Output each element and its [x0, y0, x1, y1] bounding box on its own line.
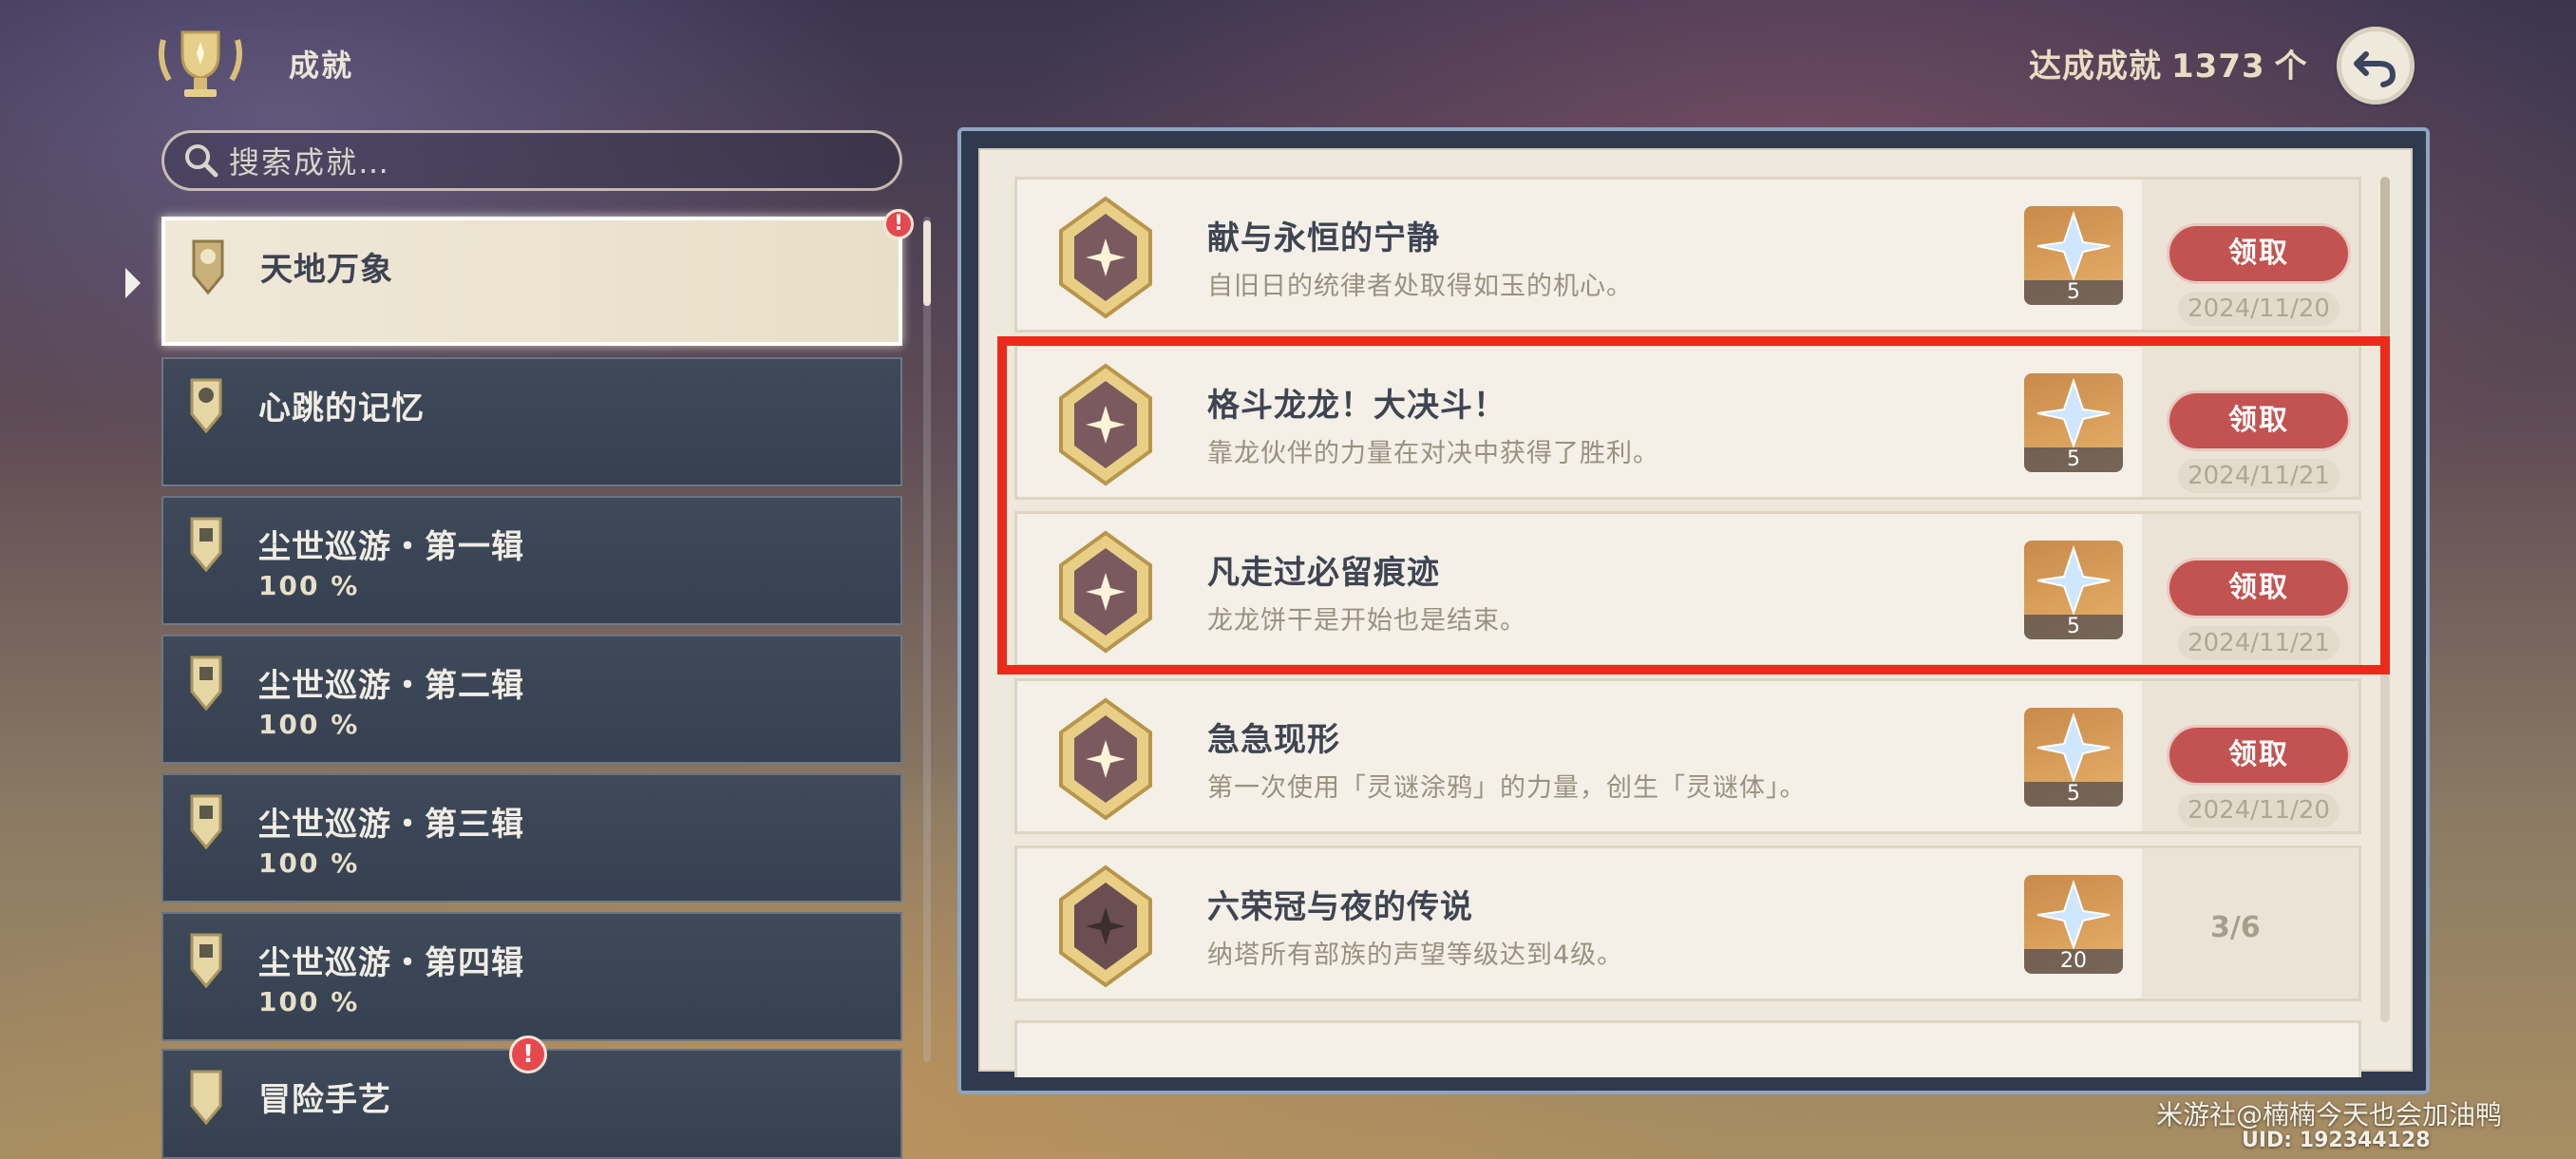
sidebar-item-label: 尘世巡游・第三辑 — [258, 806, 524, 844]
achievement-desc: 自旧日的统律者处取得如玉的机心。 — [1207, 272, 1633, 301]
achievement-medal-icon — [1059, 196, 1152, 319]
sidebar-item-label: 心跳的记忆 — [258, 390, 425, 428]
sidebar-item-percent: 100 % — [258, 986, 360, 1017]
achievement-title: 六荣冠与夜的传说 — [1207, 888, 1473, 926]
back-button[interactable] — [2337, 27, 2415, 104]
watermark: 米游社@楠楠今天也会加油鸭 — [2156, 1099, 2503, 1130]
category-icon — [190, 1070, 222, 1126]
uid-label: UID: 192344128 — [2242, 1129, 2431, 1152]
alert-badge: ! — [509, 1036, 547, 1074]
achievement-desc: 第一次使用「灵谜涂鸦」的力量，创生「灵谜体」。 — [1207, 773, 1807, 803]
achievement-medal-icon — [1059, 697, 1152, 821]
page-title: 成就 — [289, 48, 354, 84]
achievement-title: 急急现形 — [1207, 721, 1340, 759]
sidebar-item-label: 冒险手艺 — [258, 1081, 391, 1119]
reward-amount: 5 — [2024, 782, 2123, 807]
count-unit: 个 — [2274, 48, 2308, 86]
sidebar-item-percent: 100 % — [258, 847, 360, 879]
sidebar-item-label: 天地万象 — [260, 251, 393, 289]
achievement-row: 六荣冠与夜的传说 纳塔所有部族的声望等级达到4级。 20 3/6 — [1014, 846, 2361, 1001]
sidebar-item-chenshi-1[interactable]: 尘世巡游・第一辑 100 % — [161, 496, 902, 625]
achievement-date: 2024/11/20 — [2178, 292, 2339, 326]
primogem-reward: 5 — [2024, 708, 2123, 807]
count-value: 1373 — [2171, 48, 2265, 86]
sidebar-item-tiandiwanxiang[interactable]: 天地万象 ! — [161, 209, 914, 346]
primogem-icon — [2036, 712, 2111, 783]
achievement-title: 献与永恒的宁静 — [1207, 219, 1440, 257]
achievement-desc: 纳塔所有部族的声望等级达到4级。 — [1207, 940, 1624, 970]
sidebar-item-percent: 100 % — [258, 709, 360, 740]
trophy-icon — [150, 13, 251, 114]
primogem-reward: 20 — [2024, 875, 2123, 974]
category-icon — [190, 933, 222, 989]
search-icon — [185, 144, 218, 178]
sidebar-item-label: 尘世巡游・第二辑 — [258, 667, 524, 705]
back-arrow-icon — [2354, 51, 2396, 87]
primogem-reward: 5 — [2024, 206, 2123, 305]
category-icon — [192, 239, 224, 295]
primogem-icon — [2036, 879, 2111, 950]
sidebar-item-label: 尘世巡游・第四辑 — [258, 944, 524, 982]
search-placeholder: 搜索成就… — [229, 144, 391, 180]
sidebar-scrollbar[interactable] — [923, 217, 931, 1062]
sidebar-item-xintiaodejiyi[interactable]: 心跳的记忆 — [161, 357, 902, 486]
achievement-row: 急急现形 第一次使用「灵谜涂鸦」的力量，创生「灵谜体」。 5 领取 2024/1… — [1014, 678, 2361, 834]
primogem-icon — [2036, 210, 2111, 281]
achievement-count: 达成成就 1373 个 — [2029, 40, 2318, 86]
reward-amount: 5 — [2024, 280, 2123, 305]
claim-button[interactable]: 领取 — [2167, 223, 2351, 284]
sidebar-item-label: 尘世巡游・第一辑 — [258, 528, 524, 566]
category-icon — [190, 378, 222, 434]
selection-arrow-icon — [125, 268, 141, 298]
sidebar-item-chenshi-4[interactable]: 尘世巡游・第四辑 100 % — [161, 912, 902, 1041]
sidebar-item-chenshi-2[interactable]: 尘世巡游・第二辑 100 % — [161, 635, 902, 764]
achievement-date: 2024/11/20 — [2178, 793, 2339, 827]
alert-badge: ! — [883, 209, 914, 239]
count-label: 达成成就 — [2029, 48, 2162, 86]
highlight-box — [997, 336, 2390, 674]
achievement-progress: 3/6 — [2210, 911, 2261, 944]
achievement-row: 献与永恒的宁静 自旧日的统律者处取得如玉的机心。 5 领取 2024/11/20 — [1014, 177, 2361, 332]
claim-button[interactable]: 领取 — [2167, 725, 2351, 786]
category-icon — [190, 656, 222, 712]
sidebar-scrollbar-thumb[interactable] — [923, 220, 931, 306]
sidebar-item-chenshi-3[interactable]: 尘世巡游・第三辑 100 % — [161, 773, 902, 902]
sidebar-item-percent: 100 % — [258, 570, 360, 601]
category-icon — [190, 794, 222, 850]
achievement-medal-icon — [1059, 864, 1152, 988]
search-input[interactable]: 搜索成就… — [161, 130, 902, 191]
category-icon — [190, 517, 222, 573]
achievement-row-partial — [1014, 1020, 2361, 1077]
reward-amount: 20 — [2024, 949, 2123, 974]
